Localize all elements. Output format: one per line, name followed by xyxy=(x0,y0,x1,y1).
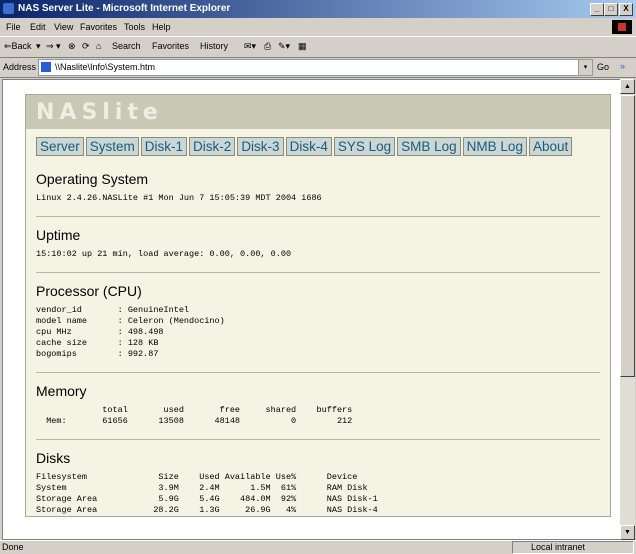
address-input[interactable]: \\Naslite\Info\System.htm xyxy=(38,59,580,76)
divider xyxy=(36,216,600,217)
nav-nmb-log[interactable]: NMB Log xyxy=(462,137,527,156)
menu-bar: File Edit View Favorites Tools Help xyxy=(0,19,636,37)
section-operating-system: Operating System Linux 2.4.26.NASLite #1… xyxy=(26,171,610,217)
windows-logo-icon xyxy=(612,20,632,34)
section-body: vendor_id : GenuineIntel model name : Ce… xyxy=(36,305,225,359)
home-icon[interactable]: ⌂ xyxy=(96,41,101,51)
zone-indicator: Local intranet xyxy=(512,541,634,554)
discuss-icon[interactable]: ▦ xyxy=(298,41,307,52)
status-bar: Done Local intranet xyxy=(0,540,636,554)
favorites-button[interactable]: Favorites xyxy=(152,41,189,51)
history-button[interactable]: History xyxy=(200,41,228,51)
nas-nav: Server System Disk-1 Disk-2 Disk-3 Disk-4 SYS … xyxy=(26,129,610,161)
browser-viewport: NASlite Server System Disk-1 Disk-2 Disk-3 Di… xyxy=(2,79,621,540)
section-processor: Processor (CPU) vendor_id : GenuineIntel… xyxy=(26,283,610,373)
menu-file[interactable]: File xyxy=(6,22,21,32)
address-dropdown-icon[interactable]: ▾ xyxy=(578,59,593,76)
ie-icon xyxy=(3,3,14,14)
edit-icon[interactable]: ✎▾ xyxy=(278,41,290,52)
section-disks: Disks Filesystem Size Used Available Use… xyxy=(26,450,610,516)
close-button[interactable]: X xyxy=(619,3,633,16)
nas-panel: NASlite Server System Disk-1 Disk-2 Disk-3 Di… xyxy=(25,94,611,517)
menu-edit[interactable]: Edit xyxy=(30,22,46,32)
forward-dropdown-icon[interactable]: ▾ xyxy=(56,41,61,52)
forward-button[interactable]: ⇒ xyxy=(46,41,54,52)
menu-tools[interactable]: Tools xyxy=(124,22,145,32)
nav-smb-log[interactable]: SMB Log xyxy=(397,137,461,156)
maximize-button[interactable]: □ xyxy=(604,3,618,16)
menu-favorites[interactable]: Favorites xyxy=(80,22,117,32)
nav-disk-1[interactable]: Disk-1 xyxy=(140,137,188,156)
section-body: Linux 2.4.26.NASLite #1 Mon Jun 7 15:05:… xyxy=(36,193,322,203)
print-icon[interactable]: ⎙ xyxy=(264,41,271,52)
toolbar: ⇐Back ▾ ⇒ ▾ ⊗ ⟳ ⌂ Search Favorites Histo… xyxy=(0,37,636,58)
links-icon[interactable]: » xyxy=(620,61,625,71)
nas-logo: NASlite xyxy=(36,100,163,125)
nav-about[interactable]: About xyxy=(528,137,573,156)
window-titlebar: NAS Server Lite - Microsoft Internet Exp… xyxy=(0,0,636,18)
divider xyxy=(36,272,600,273)
back-dropdown-icon[interactable]: ▾ xyxy=(36,41,41,52)
menu-view[interactable]: View xyxy=(54,22,73,32)
nav-disk-3[interactable]: Disk-3 xyxy=(237,137,284,156)
vertical-scrollbar[interactable]: ▲ ▼ xyxy=(620,79,635,540)
back-button[interactable]: ⇐Back xyxy=(4,41,32,52)
status-text: Done xyxy=(2,542,24,552)
window-title: NAS Server Lite - Microsoft Internet Exp… xyxy=(18,3,231,14)
address-label: Address xyxy=(3,62,37,72)
section-title: Memory xyxy=(36,383,87,399)
scroll-down-icon[interactable]: ▼ xyxy=(620,525,635,540)
divider xyxy=(36,439,600,440)
zone-label: Local intranet xyxy=(531,542,586,552)
mail-icon[interactable]: ✉▾ xyxy=(244,41,256,52)
section-body: 15:10:02 up 21 min, load average: 0.00, … xyxy=(36,249,292,259)
scroll-thumb[interactable] xyxy=(620,95,635,377)
scroll-up-icon[interactable]: ▲ xyxy=(620,79,635,94)
refresh-icon[interactable]: ⟳ xyxy=(82,41,90,52)
search-button[interactable]: Search xyxy=(112,41,141,51)
stop-icon[interactable]: ⊗ xyxy=(68,41,76,52)
section-title: Operating System xyxy=(36,171,149,187)
address-value: \\Naslite\Info\System.htm xyxy=(55,62,156,72)
divider xyxy=(36,372,600,373)
section-title: Uptime xyxy=(36,227,81,243)
section-title: Disks xyxy=(36,450,71,466)
section-body: Filesystem Size Used Available Use% Devi… xyxy=(36,472,378,515)
section-body: total used free shared buffers Mem: 6165… xyxy=(46,405,353,426)
nav-system[interactable]: System xyxy=(85,137,139,156)
section-memory: Memory total used free shared buffers Me… xyxy=(26,383,610,440)
address-bar: Address \\Naslite\Info\System.htm ▾ Go » xyxy=(0,58,636,78)
nas-header: NASlite xyxy=(26,95,610,129)
minimize-button[interactable]: _ xyxy=(590,3,604,16)
nav-server[interactable]: Server xyxy=(36,137,84,156)
section-title: Processor (CPU) xyxy=(36,283,142,299)
section-uptime: Uptime 15:10:02 up 21 min, load average:… xyxy=(26,227,610,273)
nav-disk-2[interactable]: Disk-2 xyxy=(189,137,236,156)
nav-disk-4[interactable]: Disk-4 xyxy=(285,137,332,156)
menu-help[interactable]: Help xyxy=(152,22,171,32)
page-icon xyxy=(41,62,51,72)
go-button[interactable]: Go xyxy=(597,62,609,72)
nav-sys-log[interactable]: SYS Log xyxy=(333,137,396,156)
